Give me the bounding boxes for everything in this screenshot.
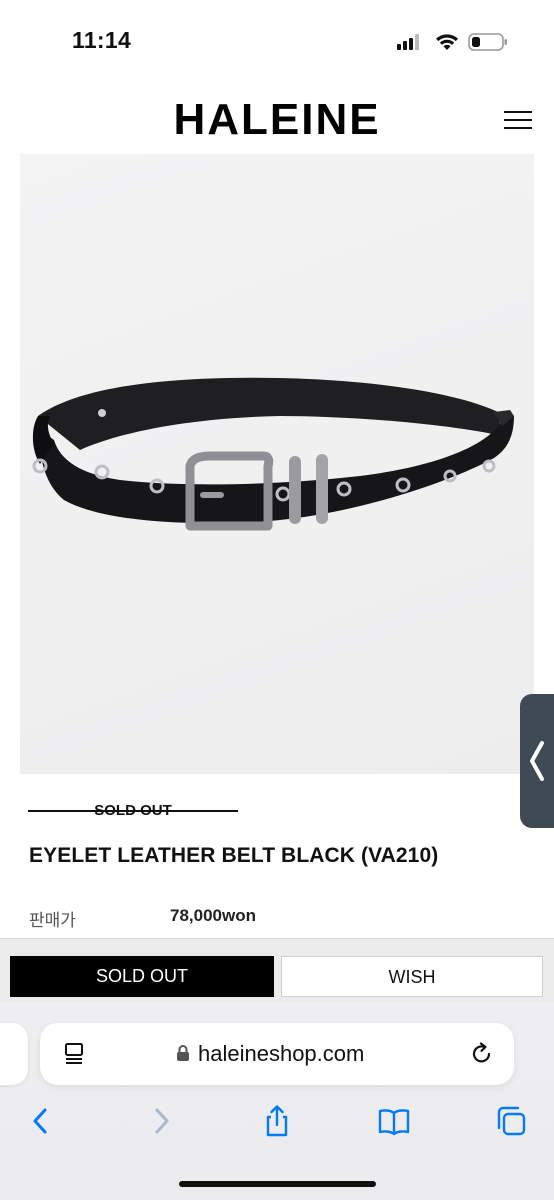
price-value: 78,000won xyxy=(170,906,256,925)
side-tab-handle[interactable] xyxy=(520,694,554,828)
reload-icon[interactable] xyxy=(469,1041,495,1067)
price-label: 판매가 xyxy=(29,911,76,930)
wish-button[interactable]: WISH xyxy=(281,956,543,997)
previous-tab-card[interactable] xyxy=(0,1023,28,1085)
wifi-icon xyxy=(436,34,458,50)
battery-icon xyxy=(468,33,507,51)
browser-toolbar xyxy=(0,1096,554,1146)
tabs-icon[interactable] xyxy=(494,1104,528,1138)
sold-out-button[interactable]: SOLD OUT xyxy=(10,956,274,997)
sold-out-tag: SOLD OUT xyxy=(28,800,238,822)
hamburger-menu-icon[interactable] xyxy=(502,109,534,131)
home-indicator[interactable] xyxy=(179,1181,376,1187)
brand-logo[interactable]: HALEINE xyxy=(0,96,554,144)
site-header: HALEINE xyxy=(0,80,554,154)
product-image xyxy=(20,154,534,774)
bookmarks-icon[interactable] xyxy=(377,1104,411,1138)
back-icon[interactable] xyxy=(24,1104,58,1138)
forward-icon[interactable] xyxy=(144,1104,178,1138)
address-bar[interactable]: haleineshop.com xyxy=(40,1023,514,1085)
sold-out-tag-text: SOLD OUT xyxy=(94,802,172,819)
side-tab-chevron-icon xyxy=(530,741,544,781)
reader-icon[interactable] xyxy=(62,1041,88,1067)
belt-image xyxy=(32,377,515,531)
url-text: haleineshop.com xyxy=(198,1041,365,1066)
signal-icon xyxy=(397,34,423,50)
lock-icon xyxy=(177,1045,189,1061)
share-icon[interactable] xyxy=(260,1104,294,1138)
product-name: EYELET LEATHER BELT BLACK (VA210) xyxy=(29,844,439,867)
status-bar: 11:14 xyxy=(0,0,554,80)
clock: 11:14 xyxy=(72,27,132,53)
